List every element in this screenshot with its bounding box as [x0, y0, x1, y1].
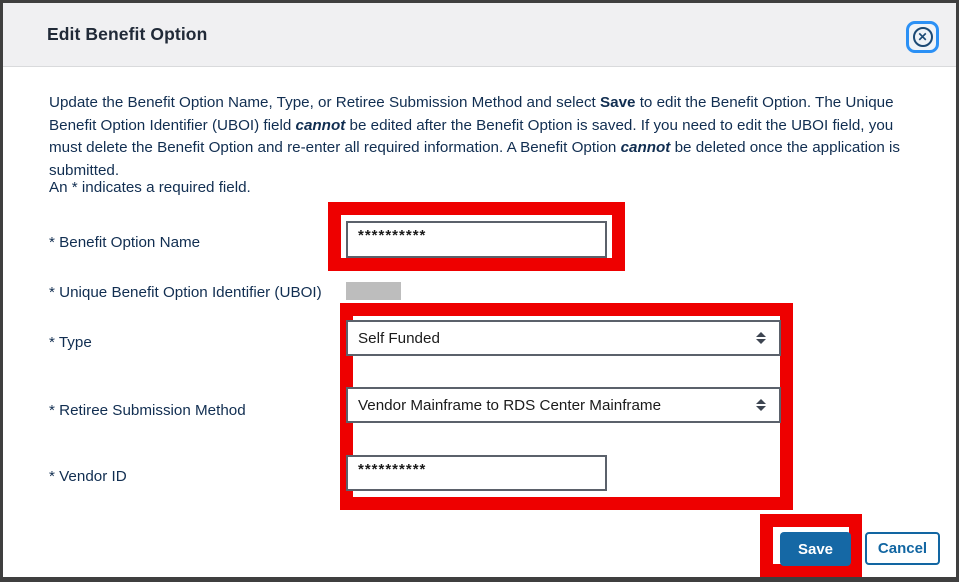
intro-text: Update the Benefit Option Name, Type, or… — [49, 94, 600, 111]
retiree-submission-method-label: * Retiree Submission Method — [49, 402, 246, 419]
edit-benefit-option-dialog: Edit Benefit Option ✕ Update the Benefit… — [0, 0, 959, 582]
type-select[interactable]: Self Funded — [346, 320, 781, 356]
close-icon: ✕ — [913, 27, 933, 47]
intro-paragraph: Update the Benefit Option Name, Type, or… — [49, 92, 915, 182]
dialog-title: Edit Benefit Option — [47, 24, 207, 45]
retiree-submission-method-select-value: Vendor Mainframe to RDS Center Mainframe — [358, 397, 661, 414]
vendor-id-label: * Vendor ID — [49, 468, 127, 485]
intro-cannot-emphasis: cannot — [296, 117, 346, 134]
retiree-submission-method-select[interactable]: Vendor Mainframe to RDS Center Mainframe — [346, 387, 781, 423]
intro-cannot-emphasis: cannot — [621, 139, 671, 156]
uboi-redacted-value — [346, 282, 401, 300]
benefit-option-name-input[interactable] — [346, 221, 607, 258]
intro-save-emphasis: Save — [600, 94, 635, 111]
type-select-value: Self Funded — [358, 330, 440, 347]
close-button[interactable]: ✕ — [906, 21, 939, 53]
type-label: * Type — [49, 334, 92, 351]
benefit-option-name-label: * Benefit Option Name — [49, 234, 200, 251]
required-field-note: An * indicates a required field. — [49, 179, 251, 196]
select-caret-icon — [756, 399, 766, 411]
cancel-button[interactable]: Cancel — [865, 532, 940, 565]
select-caret-icon — [756, 332, 766, 344]
uboi-label: * Unique Benefit Option Identifier (UBOI… — [49, 284, 322, 301]
vendor-id-input[interactable] — [346, 455, 607, 491]
dialog-header: Edit Benefit Option ✕ — [3, 3, 956, 67]
save-button[interactable]: Save — [780, 532, 851, 566]
